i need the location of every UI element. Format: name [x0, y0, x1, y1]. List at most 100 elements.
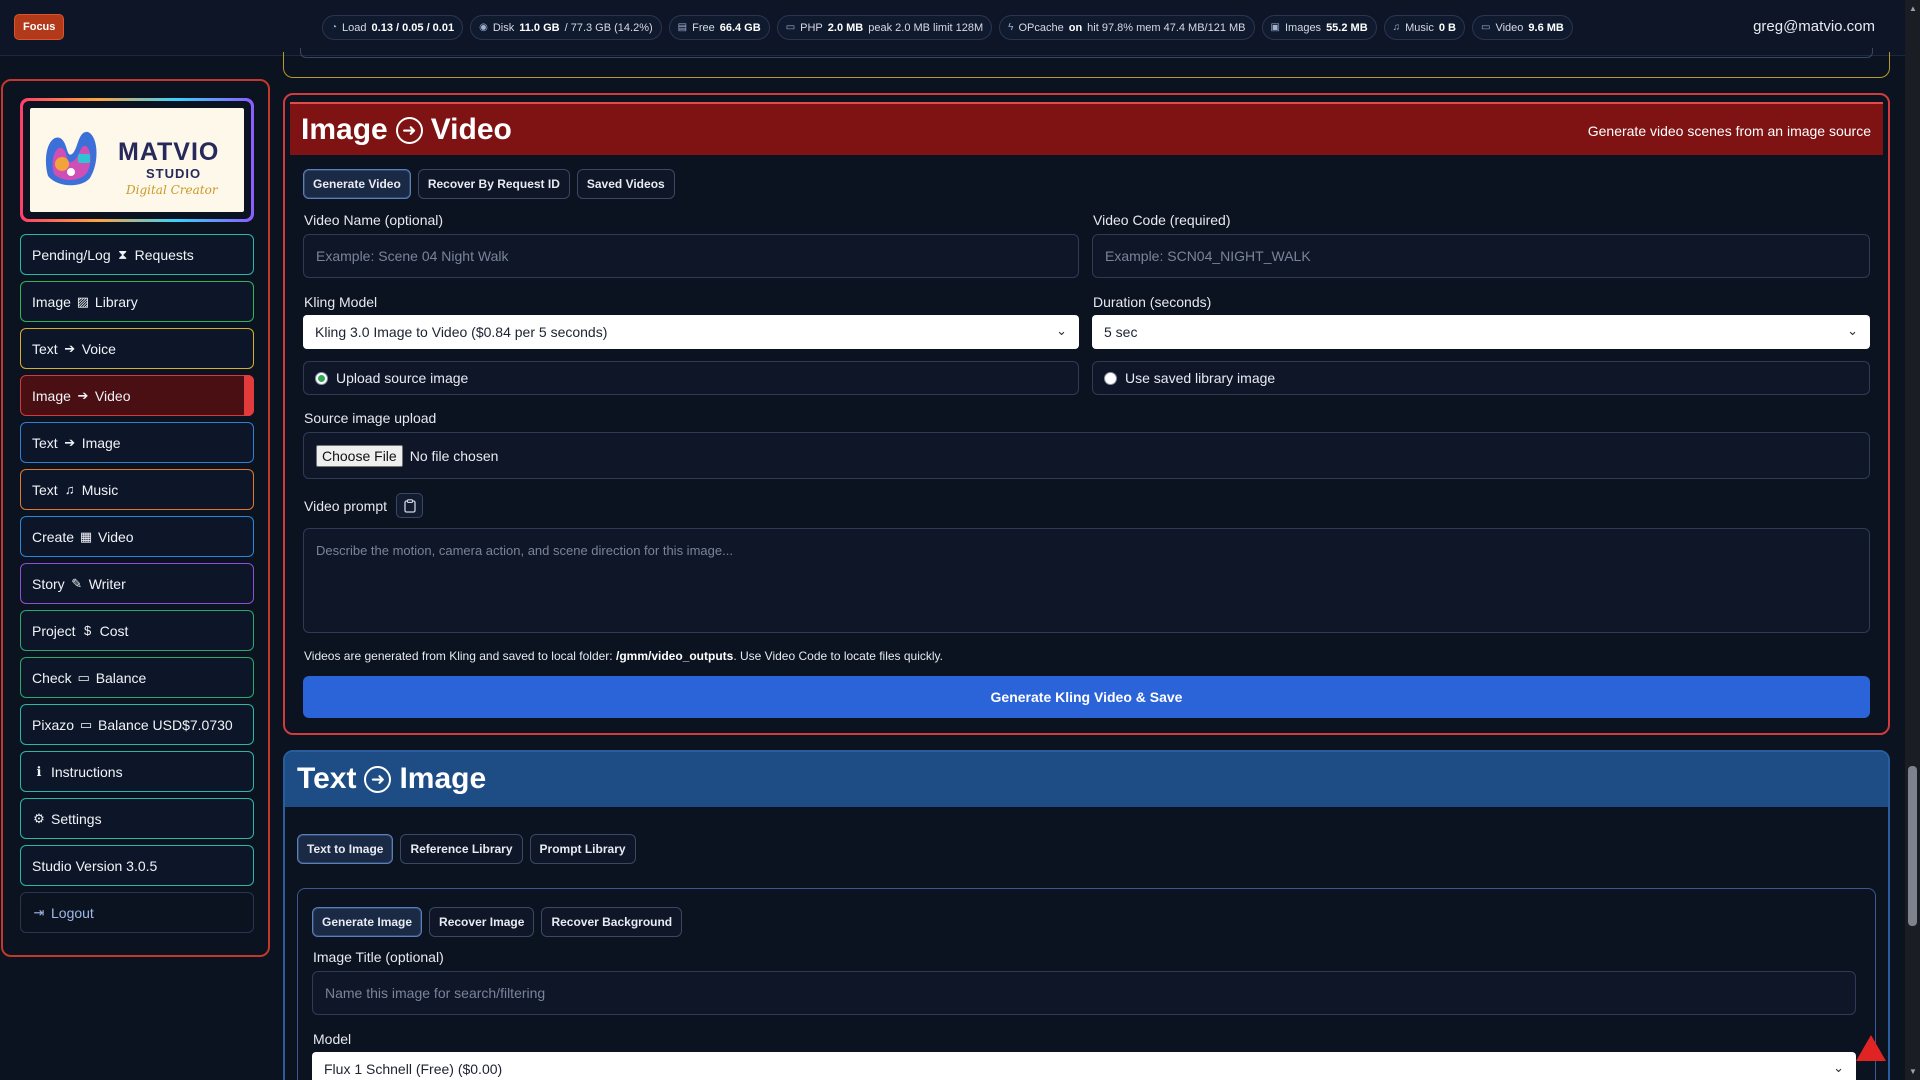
video-prompt-textarea[interactable]: Describe the motion, camera action, and …	[303, 528, 1870, 633]
tab-recover-by-request-id[interactable]: Recover By Request ID	[417, 169, 570, 199]
edit-icon: ✎	[71, 575, 83, 591]
sidebar-item-project-cost[interactable]: Project $ Cost	[20, 610, 254, 651]
image-model-label: Model	[313, 1031, 352, 1047]
scroll-to-top-icon[interactable]	[1856, 1035, 1886, 1061]
scroll-up-icon[interactable]: ▲	[1909, 4, 1917, 13]
sidebar-item-create-video[interactable]: Create ▦ Video	[20, 516, 254, 557]
tab-generate-video[interactable]: Generate Video	[303, 169, 411, 199]
wallet-icon: ▭	[79, 716, 93, 732]
chevron-down-icon: ⌄	[1056, 323, 1067, 338]
radio-library-image[interactable]	[1104, 371, 1117, 385]
stat-disk: ◉ Disk 11.0 GB/ 77.3 GB (14.2%)	[470, 15, 662, 40]
image-title-label: Image Title (optional)	[313, 949, 444, 965]
generate-image-panel: Generate Image Recover Image Recover Bac…	[297, 888, 1876, 1080]
sidebar-item-text-voice[interactable]: Text ➔ Voice	[20, 328, 254, 369]
music-icon: ♫	[64, 482, 75, 497]
music-icon: ♫	[1392, 22, 1401, 33]
previous-card-bottom	[283, 48, 1890, 78]
image-video-tabs: Generate Video Recover By Request ID Sav…	[303, 169, 675, 199]
sidebar-item-image-video[interactable]: Image ➔ Video	[20, 375, 254, 416]
user-email[interactable]: greg@matvio.com	[1753, 18, 1875, 35]
kling-model-select[interactable]: Kling 3.0 Image to Video ($0.84 per 5 se…	[303, 315, 1079, 349]
stat-opcache: ϟ OPcache on hit 97.8% mem 47.4 MB/121 MB	[999, 15, 1255, 40]
card-header: Image ➜ Video Generate video scenes from…	[290, 102, 1883, 155]
hourglass-icon: ⧗	[118, 246, 128, 262]
logo-subtitle: STUDIO	[146, 166, 202, 181]
sidebar: MATVIO STUDIO Digital Creator Pending/Lo…	[1, 79, 270, 957]
page-scrollbar[interactable]: ▲ ▼	[1905, 0, 1920, 1080]
tab-prompt-library[interactable]: Prompt Library	[529, 834, 636, 864]
video-code-input[interactable]: Example: SCN04_NIGHT_WALK	[1092, 234, 1870, 278]
text-image-card: Text ➜ Image Text to Image Reference Lib…	[283, 750, 1890, 1080]
scroll-down-icon[interactable]: ▼	[1909, 1067, 1917, 1076]
arrow-right-circle-icon: ➔	[64, 434, 76, 450]
duration-label: Duration (seconds)	[1093, 294, 1212, 310]
stat-load: ◔ Load 0.13 / 0.05 / 0.01	[322, 15, 464, 40]
stat-php: ▭ PHP 2.0 MB peak 2.0 MB limit 128M	[776, 15, 993, 40]
duration-select[interactable]: 5 sec ⌄	[1092, 315, 1870, 349]
sidebar-item-check-balance[interactable]: Check ▭ Balance	[20, 657, 254, 698]
choose-file-button[interactable]: Choose File	[316, 444, 403, 467]
wallet-icon: ▭	[77, 669, 90, 685]
arrow-right-circle-icon: ➔	[64, 340, 76, 356]
focus-button[interactable]: Focus	[14, 14, 65, 40]
sidebar-item-settings[interactable]: ⚙ Settings	[20, 798, 254, 839]
kling-model-label: Kling Model	[304, 294, 378, 310]
sidebar-item-text-image[interactable]: Text ➔ Image	[20, 422, 254, 463]
sidebar-item-pixazo-balance[interactable]: Pixazo ▭ Balance USD$7.0730	[20, 704, 254, 745]
card-title: Image ➜ Video	[301, 113, 512, 146]
image-title-input[interactable]: Name this image for search/filtering	[312, 971, 1856, 1015]
memory-icon: ▭	[785, 22, 796, 33]
card-title: Text ➜ Image	[297, 762, 487, 795]
storage-icon: ▤	[677, 22, 688, 33]
sidebar-nav: Pending/Log ⧗ Requests Image ▨ Library Text ➔ Vo…	[20, 234, 254, 939]
library-image-option[interactable]: Use saved library image	[1092, 361, 1870, 395]
sidebar-item-story-writer[interactable]: Story ✎ Writer	[20, 563, 254, 604]
source-file-input[interactable]: Choose File No file chosen	[303, 432, 1870, 479]
sidebar-item-studio-version[interactable]: Studio Version 3.0.5	[20, 845, 254, 886]
sidebar-item-text-music[interactable]: Text ♫ Music	[20, 469, 254, 510]
sidebar-item-image-library[interactable]: Image ▨ Library	[20, 281, 254, 322]
upload-source-option[interactable]: Upload source image	[303, 361, 1079, 395]
tab-recover-background[interactable]: Recover Background	[541, 907, 683, 937]
arrow-right-circle-icon: ➔	[77, 387, 89, 403]
tab-text-to-image[interactable]: Text to Image	[297, 834, 394, 864]
logo-script: Digital Creator	[126, 183, 218, 197]
radio-upload-source[interactable]	[315, 371, 328, 385]
tab-saved-videos[interactable]: Saved Videos	[576, 169, 675, 199]
stat-free: ▤ Free 66.4 GB	[668, 15, 770, 40]
output-note: Videos are generated from Kling and save…	[304, 649, 943, 663]
video-code-label: Video Code (required)	[1093, 212, 1231, 228]
generate-image-tabs: Generate Image Recover Image Recover Bac…	[312, 907, 683, 937]
arrow-right-circle-icon: ➜	[395, 116, 423, 144]
logo-title: MATVIO	[118, 138, 220, 166]
logout-icon: ⇥	[33, 904, 45, 920]
tab-recover-image[interactable]: Recover Image	[429, 907, 535, 937]
system-stats: ◔ Load 0.13 / 0.05 / 0.01 ◉ Disk 11.0 GB/ 77.…	[322, 15, 1573, 40]
arrow-right-circle-icon: ➜	[364, 765, 392, 793]
sidebar-item-logout[interactable]: ⇥ Logout	[20, 892, 254, 933]
sidebar-item-pending-requests[interactable]: Pending/Log ⧗ Requests	[20, 234, 254, 275]
scrollbar-thumb[interactable]	[1908, 766, 1917, 926]
image-model-select[interactable]: Flux 1 Schnell (Free) ($0.00) ⌄	[312, 1052, 1856, 1080]
chevron-down-icon: ⌄	[1847, 323, 1858, 338]
chevron-down-icon: ⌄	[1833, 1060, 1844, 1075]
text-image-tabs: Text to Image Reference Library Prompt L…	[297, 834, 636, 864]
logo[interactable]: MATVIO STUDIO Digital Creator	[20, 98, 254, 222]
sidebar-item-instructions[interactable]: ℹ Instructions	[20, 751, 254, 792]
generate-kling-video-button[interactable]: Generate Kling Video & Save	[303, 676, 1870, 718]
video-icon: ▭	[1481, 22, 1491, 33]
tab-reference-library[interactable]: Reference Library	[400, 834, 523, 864]
stat-music: ♫ Music 0 B	[1383, 15, 1465, 40]
gear-icon: ⚙	[33, 810, 45, 826]
stat-images: ▣ Images 55.2 MB	[1261, 15, 1377, 40]
gauge-icon: ◔	[331, 22, 338, 33]
image-video-card: Image ➜ Video Generate video scenes from…	[283, 93, 1890, 735]
clipboard-icon[interactable]	[396, 493, 423, 518]
video-prompt-label: Video prompt	[304, 498, 388, 514]
image-icon: ▣	[1270, 22, 1280, 33]
tab-generate-image[interactable]: Generate Image	[312, 907, 423, 937]
file-status: No file chosen	[409, 447, 499, 464]
video-name-input[interactable]: Example: Scene 04 Night Walk	[303, 234, 1079, 278]
film-icon: ▦	[79, 528, 93, 544]
